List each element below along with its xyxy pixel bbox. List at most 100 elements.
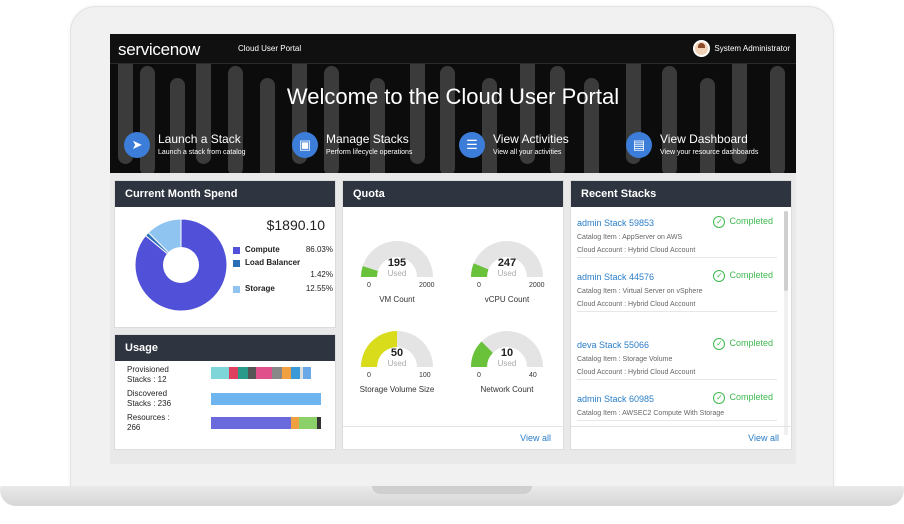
legend-item-storage: Storage 12.55%	[233, 284, 333, 297]
usage-label: Discovered Stacks : 236	[127, 389, 172, 408]
legend-item-load-balancer: Load Balancer 1.42%	[233, 258, 333, 284]
status-text: Completed	[729, 392, 773, 402]
scrollbar[interactable]	[784, 211, 788, 435]
spend-total: $1890.10	[266, 217, 325, 233]
gauge-max: 40	[529, 372, 537, 379]
gauge-max: 2000	[419, 282, 435, 289]
action-subtitle: Launch a stack from catalog	[158, 149, 246, 156]
gauge-max: 2000	[529, 282, 545, 289]
laptop-notch	[372, 486, 532, 494]
usage-row-resources: Resources : 266	[127, 413, 327, 433]
check-circle-icon: ✓	[713, 391, 726, 404]
usage-bar[interactable]	[211, 417, 321, 429]
legend-swatch	[233, 286, 240, 293]
usage-row-discovered: Discovered Stacks : 236	[127, 389, 327, 409]
legend-value: 1.42%	[310, 270, 333, 279]
legend-label: Compute	[245, 245, 280, 254]
action-title: View Activities	[493, 132, 569, 146]
gauge-min: 0	[367, 372, 371, 379]
list-item[interactable]: admin Stack 44576 ✓ Completed Catalog Item …	[577, 269, 777, 312]
gauge-caption: VM Count	[379, 295, 415, 304]
list-item[interactable]: admin Stack 60985 ✓ Completed Catalog Item …	[577, 391, 777, 421]
gauge-used-label: Used	[497, 269, 517, 278]
spend-panel: Current Month Spend $1890.10 Compute 86.…	[114, 180, 336, 328]
action-subtitle: Perform lifecycle operations	[326, 149, 413, 156]
stack-detail: Cloud Account : Hybrid Cloud Account	[577, 301, 696, 308]
quota-panel: Quota 195 Used 0 2000 VM Count 247 Used 0 2000 vC…	[342, 180, 564, 450]
stack-detail: Cloud Account : Hybrid Cloud Account	[577, 247, 696, 254]
legend-label: Load Balancer	[245, 258, 301, 267]
legend-swatch	[233, 247, 240, 254]
gauge-max: 100	[419, 372, 431, 379]
usage-label: Resources : 266	[127, 413, 170, 432]
view-dashboard-action[interactable]: ▤ View Dashboard View your resource dashb…	[626, 132, 758, 158]
user-name: System Administrator	[714, 44, 790, 53]
recent-view-all-link[interactable]: View all	[748, 433, 779, 443]
status-text: Completed	[729, 216, 773, 226]
gauge-value: 10	[500, 347, 514, 359]
legend-swatch	[233, 260, 240, 267]
servicenow-logo[interactable]: servicenow	[118, 40, 200, 60]
gauge-caption: Network Count	[480, 385, 534, 394]
portal-name: Cloud User Portal	[238, 44, 302, 53]
status-badge: ✓ Completed	[713, 269, 773, 282]
launch-stack-action[interactable]: ➤ Launch a Stack Launch a stack from cata…	[124, 132, 246, 158]
usage-label: Provisioned Stacks : 12	[127, 365, 169, 384]
gauge-value: 247	[497, 257, 517, 269]
gauge-value: 195	[387, 257, 407, 269]
view-activities-action[interactable]: ☰ View Activities View all your activitie…	[459, 132, 569, 158]
spend-legend: Compute 86.03% Load Balancer 1.42% Stora…	[233, 245, 333, 297]
action-subtitle: View all your activities	[493, 149, 562, 156]
check-circle-icon: ✓	[713, 215, 726, 228]
stack-detail: Catalog Item : Storage Volume	[577, 356, 673, 363]
quick-actions: ➤ Launch a Stack Launch a stack from cata…	[124, 132, 796, 166]
action-title: Launch a Stack	[158, 132, 241, 146]
gauge-used-label: Used	[497, 359, 517, 368]
stack-detail: Catalog Item : AppServer on AWS	[577, 234, 683, 241]
stack-detail: Cloud Account : Hybrid Cloud Account	[577, 369, 696, 376]
action-title: Manage Stacks	[326, 132, 409, 146]
gauge-vm-count: 195 Used 0 2000 VM Count	[357, 237, 457, 317]
stack-detail: Catalog Item : Virtual Server on vSphere	[577, 288, 703, 295]
top-bar: servicenow Cloud User Portal System Admi…	[110, 34, 796, 64]
panel-title: Quota	[343, 181, 563, 207]
gauge-min: 0	[477, 372, 481, 379]
manage-stacks-action[interactable]: ▣ Manage Stacks Perform lifecycle operati…	[292, 132, 412, 158]
gauge-caption: Storage Volume Size	[359, 385, 435, 394]
list-item[interactable]: admin Stack 59853 ✓ Completed Catalog Item …	[577, 215, 777, 258]
usage-bar[interactable]	[211, 393, 321, 405]
pie-hole	[163, 247, 199, 283]
gauge-min: 0	[477, 282, 481, 289]
panel-title: Usage	[115, 335, 335, 361]
check-circle-icon: ✓	[713, 337, 726, 350]
legend-value: 12.55%	[305, 284, 333, 293]
stack-detail: Catalog Item : AWSEC2 Compute With Stora…	[577, 410, 725, 417]
welcome-title: Welcome to the Cloud User Portal	[286, 84, 620, 109]
gauge-used-label: Used	[387, 269, 407, 278]
status-badge: ✓ Completed	[713, 337, 773, 350]
portal-screen: servicenow Cloud User Portal System Admi…	[110, 34, 796, 464]
status-badge: ✓ Completed	[713, 391, 773, 404]
gauge-used-label: Used	[387, 359, 407, 368]
status-badge: ✓ Completed	[713, 215, 773, 228]
gauge-min: 0	[367, 282, 371, 289]
gauge-caption: vCPU Count	[484, 295, 530, 304]
divider	[571, 426, 791, 427]
avatar[interactable]	[693, 40, 711, 57]
hero-banner: servicenow Cloud User Portal System Admi…	[110, 34, 796, 173]
panel-title: Recent Stacks	[571, 181, 791, 207]
usage-bar[interactable]	[211, 367, 321, 379]
legend-label: Storage	[245, 284, 275, 293]
list-icon: ☰	[459, 132, 485, 158]
usage-panel: Usage Provisioned Stacks : 12 Discovered…	[114, 334, 336, 450]
check-circle-icon: ✓	[713, 269, 726, 282]
gauge-vcpu-count: 247 Used 0 2000 vCPU Count	[467, 237, 567, 317]
gauge-storage-volume-size: 50 Used 0 100 Storage Volume Size	[357, 327, 457, 407]
user-menu[interactable]: System Administrator	[693, 40, 790, 57]
status-text: Completed	[729, 338, 773, 348]
quota-view-all-link[interactable]: View all	[520, 433, 551, 443]
legend-item-compute: Compute 86.03%	[233, 245, 333, 258]
list-item[interactable]: deva Stack 55066 ✓ Completed Catalog Item :…	[577, 337, 777, 380]
spend-pie-chart	[134, 218, 228, 312]
usage-row-provisioned: Provisioned Stacks : 12	[127, 365, 327, 385]
